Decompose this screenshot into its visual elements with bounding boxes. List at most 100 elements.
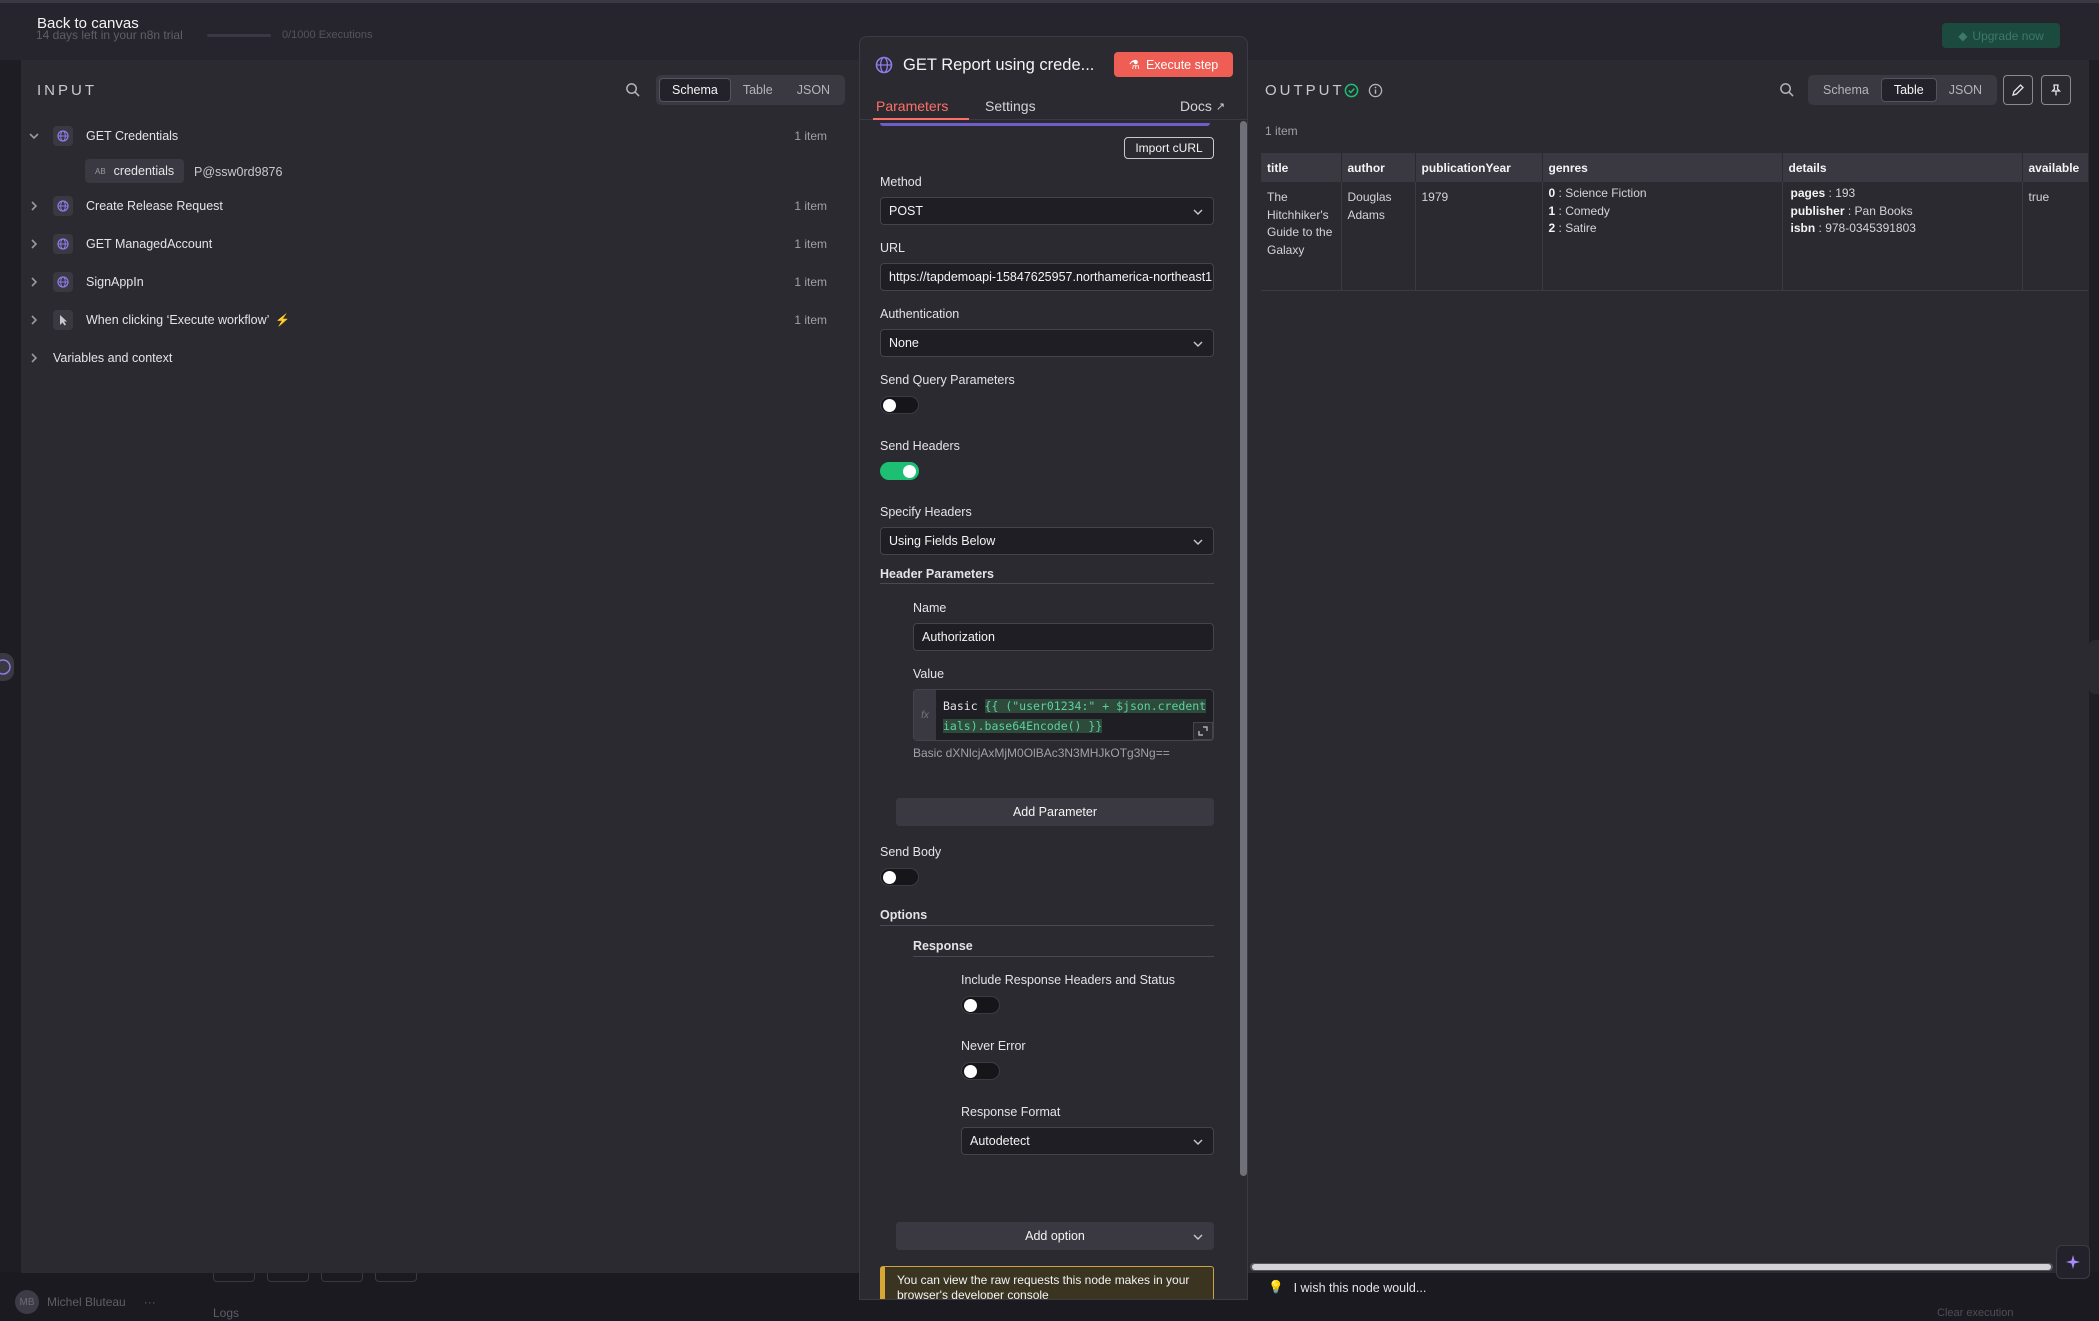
- options-label: Options: [880, 908, 928, 922]
- tree-node-get-managedaccount[interactable]: GET ManagedAccount 1 item: [27, 230, 827, 258]
- info-icon[interactable]: [1368, 83, 1383, 98]
- header-value-expression[interactable]: fx Basic {{ ("user01234:" + $json.creden…: [913, 689, 1214, 741]
- add-parameter-button[interactable]: Add Parameter: [896, 798, 1214, 826]
- chevron-down-icon: [1193, 1139, 1203, 1145]
- fx-icon: fx: [914, 690, 936, 740]
- chevron-right-icon: [31, 353, 38, 363]
- tree-node-label: SignAppIn: [86, 275, 144, 289]
- column-header[interactable]: title: [1261, 153, 1342, 182]
- header-name-input[interactable]: Authorization: [913, 623, 1214, 651]
- input-view-schema[interactable]: Schema: [659, 78, 731, 102]
- node-title[interactable]: GET Report using crede...: [903, 56, 1094, 75]
- toggle-knob: [883, 399, 896, 412]
- success-check-icon: [1344, 83, 1359, 98]
- globe-icon: [53, 272, 73, 292]
- send-body-toggle[interactable]: [880, 868, 919, 886]
- tree-node-manual-trigger[interactable]: When clicking ‘Execute workflow’ ⚡ 1 ite…: [27, 306, 827, 334]
- lightning-icon: ⚡: [275, 313, 291, 327]
- node-edge-handle: [0, 653, 14, 681]
- chevron-right-icon: [31, 277, 38, 287]
- tree-node-get-credentials[interactable]: GET Credentials 1 item: [27, 122, 827, 150]
- horizontal-scrollbar[interactable]: [1250, 1263, 2053, 1271]
- search-icon[interactable]: [625, 82, 640, 102]
- executions-count: 0/1000 Executions: [282, 29, 373, 41]
- search-icon[interactable]: [1779, 82, 1794, 102]
- toggle-knob: [964, 999, 977, 1012]
- string-type-icon: AB: [95, 166, 106, 176]
- docs-link[interactable]: Docs ↗: [1180, 98, 1225, 114]
- column-header[interactable]: publicationYear: [1415, 153, 1543, 182]
- table-row: The Hitchhiker's Guide to the Galaxy Dou…: [1261, 182, 2088, 291]
- execute-step-button[interactable]: ⚗ Execute step: [1114, 52, 1233, 77]
- output-table: title author publicationYear genres deta…: [1261, 153, 2088, 291]
- method-select[interactable]: POST: [880, 197, 1214, 225]
- send-query-toggle[interactable]: [880, 396, 919, 414]
- detail-entry: publisher : Pan Books: [1790, 203, 1913, 218]
- avatar: MB: [15, 1290, 39, 1314]
- authentication-label: Authentication: [880, 307, 960, 321]
- never-error-label: Never Error: [961, 1039, 1026, 1053]
- divider: [880, 925, 1214, 926]
- response-format-select[interactable]: Autodetect: [961, 1127, 1214, 1155]
- scrollbar-thumb[interactable]: [1252, 1264, 2051, 1270]
- cell-publication-year: 1979: [1415, 182, 1543, 291]
- output-view-switch: Schema Table JSON: [1808, 75, 1998, 105]
- scrollbar-thumb[interactable]: [1240, 121, 1247, 1176]
- edit-output-button[interactable]: [2003, 75, 2033, 105]
- tree-node-create-release-request[interactable]: Create Release Request 1 item: [27, 192, 827, 220]
- url-input[interactable]: https://tapdemoapi-15847625957.northamer…: [880, 263, 1214, 291]
- never-error-toggle[interactable]: [961, 1062, 1000, 1080]
- expression-code: Basic {{ ("user01234:" + $json.credentia…: [943, 699, 1207, 733]
- column-header[interactable]: available: [2022, 153, 2088, 182]
- import-curl-button[interactable]: Import cURL: [1124, 137, 1214, 159]
- column-header[interactable]: details: [1782, 153, 2023, 182]
- cursor-icon: [53, 310, 73, 330]
- input-view-switch: Schema Table JSON: [656, 75, 846, 105]
- chevron-down-icon: [1193, 1234, 1203, 1240]
- input-view-table[interactable]: Table: [731, 78, 785, 102]
- output-view-schema[interactable]: Schema: [1811, 78, 1881, 102]
- expression-result: Basic dXNlcjAxMjM0OlBAc3N3MHJkOTg3Ng==: [913, 746, 1170, 760]
- output-view-json[interactable]: JSON: [1937, 78, 1994, 102]
- include-headers-toggle[interactable]: [961, 996, 1000, 1014]
- tree-node-label: When clicking ‘Execute workflow’: [86, 313, 270, 327]
- user-menu[interactable]: MB Michel Bluteau ···: [15, 1290, 156, 1314]
- developer-console-notice: You can view the raw requests this node …: [880, 1266, 1214, 1299]
- tree-node-count: 1 item: [794, 313, 827, 327]
- schema-field-credentials[interactable]: AB credentials: [85, 159, 185, 183]
- tree-variables-context[interactable]: Variables and context: [27, 344, 827, 372]
- column-header[interactable]: author: [1341, 153, 1416, 182]
- send-headers-toggle[interactable]: [880, 462, 919, 480]
- tree-node-count: 1 item: [794, 199, 827, 213]
- node-header: GET Report using crede... ⚗ Execute step: [860, 37, 1247, 87]
- upgrade-button[interactable]: ◆ Upgrade now: [1942, 23, 2060, 48]
- tree-node-signappin[interactable]: SignAppIn 1 item: [27, 268, 827, 296]
- scrollbar[interactable]: [1239, 121, 1247, 1293]
- cell-details: pages : 193 publisher : Pan Books isbn :…: [1782, 182, 2023, 291]
- tree-node-count: 1 item: [794, 275, 827, 289]
- node-edge-handle-right: [2089, 640, 2099, 694]
- clear-execution-button[interactable]: Clear execution: [1937, 1307, 2013, 1319]
- expand-icon[interactable]: [1193, 722, 1213, 740]
- user-name: Michel Bluteau: [47, 1295, 126, 1309]
- input-view-json[interactable]: JSON: [785, 78, 842, 102]
- add-option-button[interactable]: Add option: [896, 1222, 1214, 1250]
- logs-label[interactable]: Logs: [213, 1306, 239, 1320]
- column-header[interactable]: genres: [1542, 153, 1783, 182]
- cell-title: The Hitchhiker's Guide to the Galaxy: [1261, 182, 1342, 291]
- chevron-down-icon: [1193, 209, 1203, 215]
- ai-assistant-button[interactable]: [2056, 1245, 2090, 1279]
- divider: [913, 956, 1214, 957]
- output-view-table[interactable]: Table: [1880, 78, 1937, 102]
- tab-settings[interactable]: Settings: [985, 98, 1036, 114]
- tab-parameters[interactable]: Parameters: [876, 98, 948, 114]
- toggle-knob: [903, 465, 916, 478]
- header-parameters-label: Header Parameters: [880, 567, 994, 581]
- detail-entry: isbn : 978-0345391803: [1790, 221, 1916, 235]
- specify-headers-select[interactable]: Using Fields Below: [880, 527, 1214, 555]
- pin-output-button[interactable]: [2041, 75, 2071, 105]
- divider: [880, 583, 1214, 584]
- feedback-link[interactable]: 💡 I wish this node would...: [1268, 1280, 1426, 1295]
- authentication-select[interactable]: None: [880, 329, 1214, 357]
- chevron-right-icon: [31, 201, 38, 211]
